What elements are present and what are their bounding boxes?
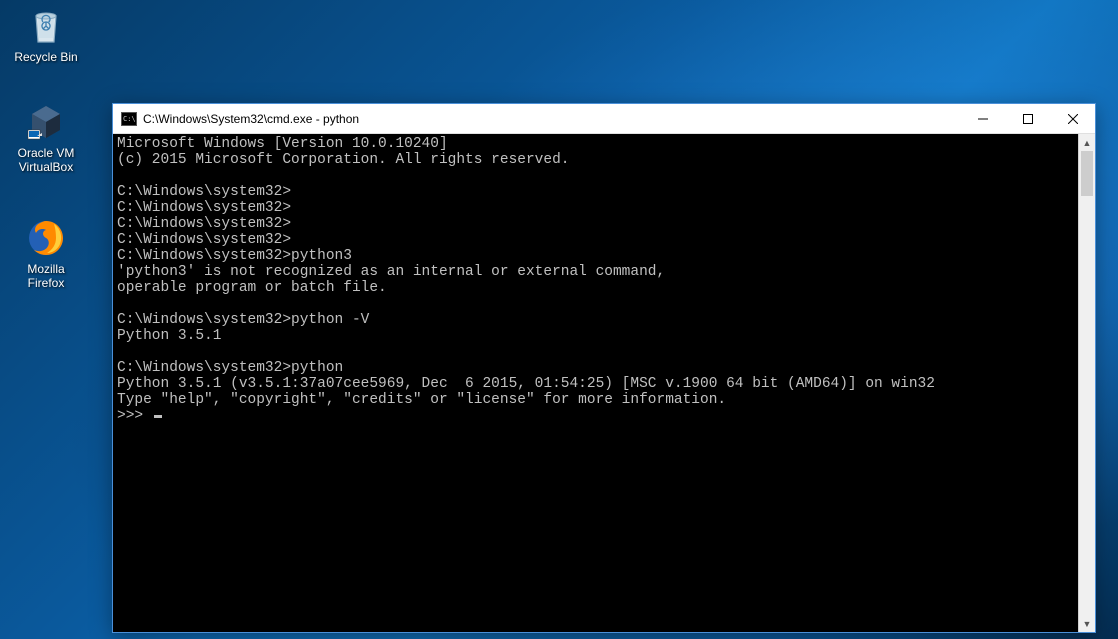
desktop-icon-label: Recycle Bin: [14, 50, 77, 64]
cmd-icon: C:\: [121, 112, 137, 126]
terminal-line: [117, 296, 1074, 312]
cmd-window: C:\ C:\Windows\System32\cmd.exe - python…: [112, 103, 1096, 633]
window-title: C:\Windows\System32\cmd.exe - python: [143, 112, 960, 126]
terminal-line: C:\Windows\system32>: [117, 200, 1074, 216]
window-controls: [960, 104, 1095, 133]
terminal-line: [117, 168, 1074, 184]
maximize-button[interactable]: [1005, 104, 1050, 133]
scroll-down-button[interactable]: ▼: [1079, 615, 1095, 632]
scrollbar-track[interactable]: [1079, 151, 1095, 615]
titlebar[interactable]: C:\ C:\Windows\System32\cmd.exe - python: [113, 104, 1095, 134]
cursor: [154, 415, 162, 418]
desktop-icon-label: Mozilla Firefox: [8, 262, 84, 291]
close-icon: [1068, 114, 1078, 124]
close-button[interactable]: [1050, 104, 1095, 133]
virtualbox-icon: [24, 100, 68, 144]
desktop-icon-label: Oracle VM VirtualBox: [8, 146, 84, 175]
scrollbar-thumb[interactable]: [1081, 151, 1093, 196]
terminal-line: Python 3.5.1: [117, 328, 1074, 344]
terminal-line: C:\Windows\system32>: [117, 232, 1074, 248]
chevron-up-icon: ▲: [1083, 138, 1092, 148]
terminal-line: Microsoft Windows [Version 10.0.10240]: [117, 136, 1074, 152]
terminal-line: >>>: [117, 408, 1074, 424]
terminal-line: C:\Windows\system32>python -V: [117, 312, 1074, 328]
scrollbar[interactable]: ▲ ▼: [1078, 134, 1095, 632]
terminal-area: Microsoft Windows [Version 10.0.10240](c…: [113, 134, 1095, 632]
terminal-line: operable program or batch file.: [117, 280, 1074, 296]
desktop-icon-virtualbox[interactable]: Oracle VM VirtualBox: [8, 100, 84, 175]
desktop-icon-recycle-bin[interactable]: Recycle Bin: [8, 4, 84, 64]
desktop-icon-firefox[interactable]: Mozilla Firefox: [8, 216, 84, 291]
chevron-down-icon: ▼: [1083, 619, 1092, 629]
minimize-button[interactable]: [960, 104, 1005, 133]
firefox-icon: [24, 216, 68, 260]
terminal-line: C:\Windows\system32>python: [117, 360, 1074, 376]
terminal-output[interactable]: Microsoft Windows [Version 10.0.10240](c…: [113, 134, 1078, 632]
terminal-line: 'python3' is not recognized as an intern…: [117, 264, 1074, 280]
terminal-line: C:\Windows\system32>python3: [117, 248, 1074, 264]
minimize-icon: [978, 114, 988, 124]
terminal-line: [117, 344, 1074, 360]
terminal-line: C:\Windows\system32>: [117, 184, 1074, 200]
recycle-bin-icon: [24, 4, 68, 48]
terminal-line: C:\Windows\system32>: [117, 216, 1074, 232]
maximize-icon: [1023, 114, 1033, 124]
terminal-line: Python 3.5.1 (v3.5.1:37a07cee5969, Dec 6…: [117, 376, 1074, 392]
terminal-line: Type "help", "copyright", "credits" or "…: [117, 392, 1074, 408]
terminal-line: (c) 2015 Microsoft Corporation. All righ…: [117, 152, 1074, 168]
scroll-up-button[interactable]: ▲: [1079, 134, 1095, 151]
